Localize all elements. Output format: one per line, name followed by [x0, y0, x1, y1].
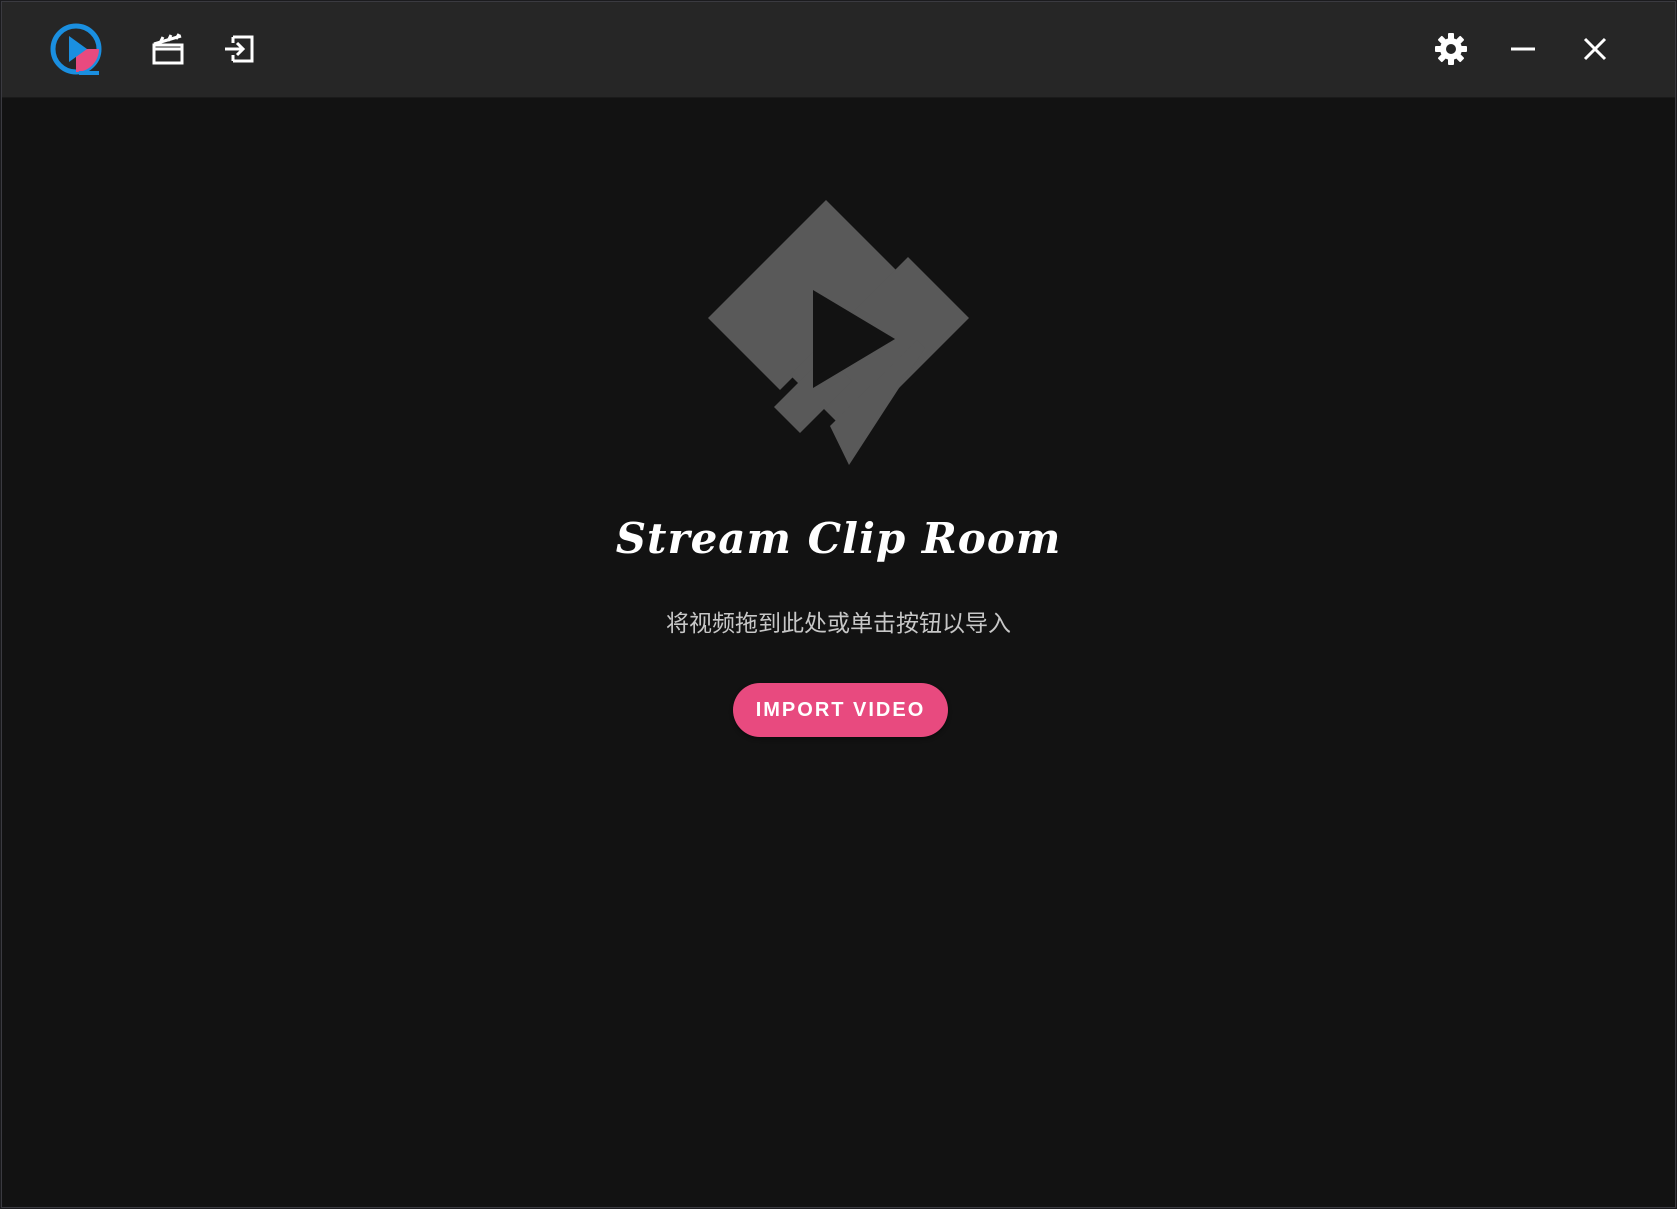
- import-icon[interactable]: [214, 24, 264, 74]
- title-bar[interactable]: [2, 2, 1675, 98]
- clapperboard-icon[interactable]: [143, 24, 193, 74]
- close-icon[interactable]: [1570, 24, 1620, 74]
- app-window: Stream Clip Room 将视频拖到此处或单击按钮以导入 IMPORT …: [1, 1, 1676, 1208]
- minimize-icon[interactable]: [1498, 24, 1548, 74]
- drop-zone[interactable]: Stream Clip Room 将视频拖到此处或单击按钮以导入 IMPORT …: [2, 98, 1675, 1207]
- app-logo-icon: [49, 22, 103, 76]
- import-video-button[interactable]: IMPORT VIDEO: [733, 683, 948, 737]
- app-title: Stream Clip Room: [615, 514, 1062, 563]
- gear-icon[interactable]: [1426, 24, 1476, 74]
- video-logo-icon: [699, 200, 983, 484]
- import-hint: 将视频拖到此处或单击按钮以导入: [666, 611, 1011, 637]
